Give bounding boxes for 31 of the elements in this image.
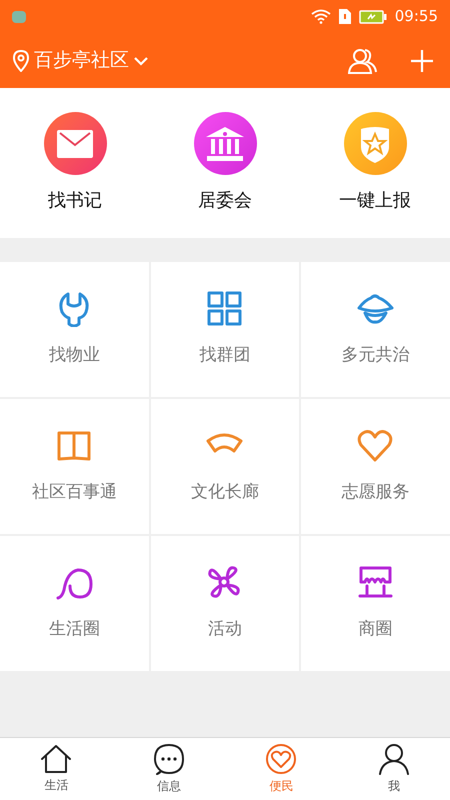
tab-item[interactable]: 便民 (225, 738, 338, 800)
grid-icon (206, 290, 244, 328)
service-tile[interactable]: 文化长廊 (150, 399, 300, 534)
quick-action[interactable]: 居委会 (150, 112, 300, 214)
home-icon (40, 744, 72, 774)
location-pin-icon (12, 50, 30, 72)
quick-action[interactable]: 找书记 (0, 112, 150, 214)
service-tile[interactable]: 活动 (150, 536, 300, 671)
contacts-button[interactable] (348, 48, 378, 74)
wifi-icon (310, 9, 331, 24)
quick-action[interactable]: 一键上报 (300, 112, 450, 214)
chevron-down-icon (133, 56, 149, 66)
tab-item[interactable]: 生活 (0, 738, 112, 800)
tab-item[interactable]: 信息 (112, 738, 225, 800)
heart-icon (357, 427, 394, 464)
service-tile[interactable]: 找物业 (0, 262, 149, 397)
add-button[interactable] (410, 48, 434, 72)
person-icon (378, 743, 410, 775)
tab-item[interactable]: 我 (338, 738, 450, 800)
service-tile[interactable]: 找群团 (150, 262, 300, 397)
chat-icon (152, 743, 185, 775)
community-selector[interactable]: 百步亭社区 (12, 46, 149, 75)
app-notification-icon (12, 10, 26, 22)
service-tile[interactable]: 志愿服务 (301, 399, 450, 534)
service-tile[interactable]: 多元共治 (301, 262, 450, 397)
service-tile[interactable]: 生活圈 (0, 536, 149, 671)
battery-icon (358, 10, 387, 24)
service-tile[interactable]: 社区百事通 (0, 399, 149, 534)
status-time: 09:55 (394, 6, 438, 28)
sim-card-icon (338, 9, 351, 24)
service-tile[interactable]: 商圈 (301, 536, 450, 671)
